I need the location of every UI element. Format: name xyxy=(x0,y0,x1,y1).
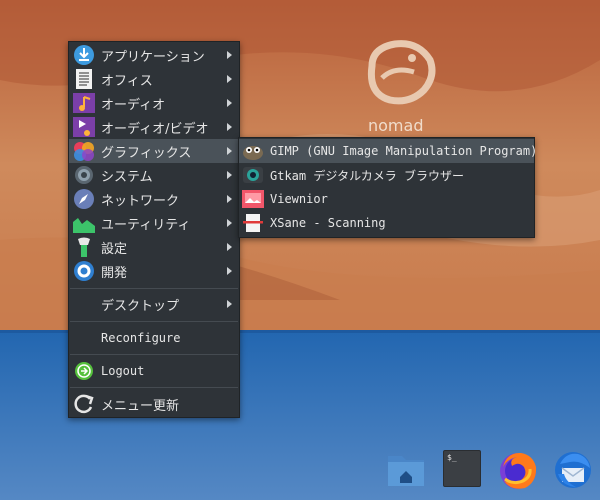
menu-item-label: デスクトップ xyxy=(101,298,180,314)
scanner-icon xyxy=(243,214,263,232)
nomad-logo: nomad xyxy=(360,38,440,136)
graphics-submenu: GIMP (GNU Image Manipulation Program) Gt… xyxy=(238,137,538,238)
menu-item-label: オーディオ/ビデオ xyxy=(101,121,209,137)
menu-item-label: Reconfigure xyxy=(101,331,181,345)
menu-separator xyxy=(70,354,238,355)
submenu-arrow-icon xyxy=(227,51,232,59)
menu-item-label: Logout xyxy=(101,364,145,378)
menu-item-utilities[interactable]: ユーティリティ xyxy=(69,211,239,235)
submenu-arrow-icon xyxy=(227,75,232,83)
menu-item-label: オフィス xyxy=(101,73,153,89)
dock-thunderbird[interactable] xyxy=(552,448,594,490)
menu-item-logout[interactable]: Logout xyxy=(69,359,239,383)
system-gear-icon xyxy=(75,166,93,184)
home-folder-icon xyxy=(388,456,424,486)
menu-separator xyxy=(70,321,238,322)
menu-item-network[interactable]: ネットワーク xyxy=(69,187,239,211)
main-menu: アプリケーション オフィス オーディオ オーディオ/ビデオ グラフィックス シス… xyxy=(68,41,240,418)
menu-item-label: 開発 xyxy=(101,265,128,281)
settings-wrench-icon xyxy=(78,237,90,257)
image-viewer-icon xyxy=(242,190,264,208)
utilities-icon xyxy=(73,218,95,233)
menu-item-label: メニュー更新 xyxy=(101,398,180,414)
audio-video-icon xyxy=(73,117,95,137)
download-icon xyxy=(74,45,94,65)
network-compass-icon xyxy=(74,189,94,209)
menu-item-label: オーディオ xyxy=(101,97,166,113)
menu-item-settings[interactable]: 設定 xyxy=(69,235,239,259)
menu-item-development[interactable]: 開発 xyxy=(69,259,239,283)
menu-item-audio-video[interactable]: オーディオ/ビデオ xyxy=(69,115,239,139)
audio-icon xyxy=(73,93,95,113)
document-icon xyxy=(76,69,92,89)
nomad-logo-text: nomad xyxy=(368,116,424,135)
menu-item-label: ユーティリティ xyxy=(101,217,191,233)
graphics-icon xyxy=(74,142,94,161)
development-gear-icon xyxy=(74,261,94,281)
menu-item-applications[interactable]: アプリケーション xyxy=(69,43,239,67)
nomad-logo-icon xyxy=(367,40,436,105)
submenu-item-label: GIMP (GNU Image Manipulation Program) xyxy=(270,144,538,158)
terminal-prompt: $_ xyxy=(447,453,457,462)
menu-separator xyxy=(70,288,238,289)
dock-home-folder[interactable] xyxy=(386,450,426,488)
menu-item-reconfigure[interactable]: Reconfigure xyxy=(69,326,239,350)
submenu-item-gtkam[interactable]: Gtkam デジタルカメラ ブラウザー xyxy=(239,163,534,187)
menu-item-label: 設定 xyxy=(101,241,128,257)
submenu-arrow-icon xyxy=(227,147,232,155)
dock-terminal[interactable]: $_ xyxy=(443,450,481,487)
submenu-item-xsane[interactable]: XSane - Scanning xyxy=(239,211,534,235)
menu-item-label: ネットワーク xyxy=(101,193,180,209)
menu-item-label: アプリケーション xyxy=(101,49,205,65)
submenu-arrow-icon xyxy=(227,99,232,107)
refresh-icon xyxy=(74,394,94,414)
menu-item-office[interactable]: オフィス xyxy=(69,67,239,91)
submenu-arrow-icon xyxy=(227,267,232,275)
gimp-icon xyxy=(243,146,263,160)
menu-item-label: グラフィックス xyxy=(101,145,192,161)
menu-separator xyxy=(70,387,238,388)
logout-icon xyxy=(75,362,93,380)
menu-item-graphics[interactable]: グラフィックス xyxy=(69,139,239,163)
submenu-item-gimp[interactable]: GIMP (GNU Image Manipulation Program) xyxy=(239,139,538,163)
menu-item-refresh[interactable]: メニュー更新 xyxy=(69,392,239,416)
menu-item-label: システム xyxy=(101,169,153,185)
submenu-arrow-icon xyxy=(227,219,232,227)
submenu-arrow-icon xyxy=(227,243,232,251)
menu-item-audio[interactable]: オーディオ xyxy=(69,91,239,115)
submenu-arrow-icon xyxy=(227,123,232,131)
camera-icon xyxy=(243,167,263,183)
menu-item-system[interactable]: システム xyxy=(69,163,239,187)
dock-firefox[interactable] xyxy=(497,449,539,491)
submenu-arrow-icon xyxy=(227,300,232,308)
submenu-item-label: XSane - Scanning xyxy=(270,216,386,230)
menu-item-desktop[interactable]: デスクトップ xyxy=(69,292,239,316)
submenu-arrow-icon xyxy=(227,171,232,179)
submenu-item-label: Gtkam デジタルカメラ ブラウザー xyxy=(270,168,464,183)
submenu-item-label: Viewnior xyxy=(270,192,328,206)
submenu-arrow-icon xyxy=(227,195,232,203)
submenu-item-viewnior[interactable]: Viewnior xyxy=(239,187,534,211)
firefox-icon xyxy=(500,452,537,489)
thunderbird-icon xyxy=(555,452,591,488)
